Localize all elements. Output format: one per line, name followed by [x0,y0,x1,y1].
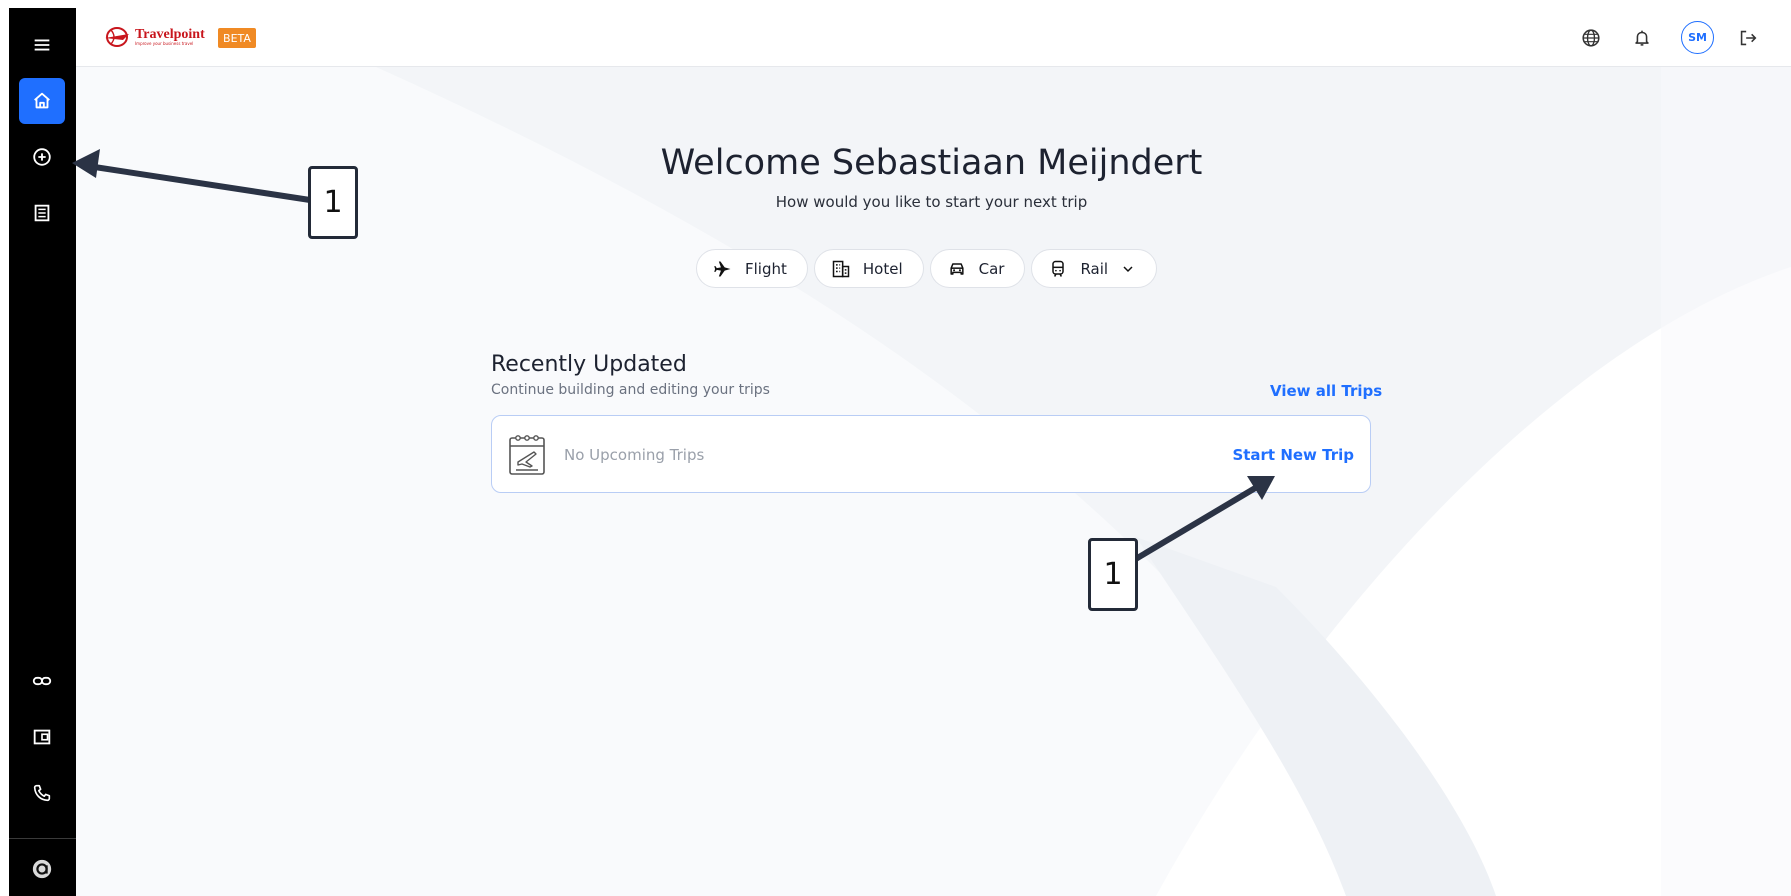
annotation-arrows [72,149,1275,563]
arrow-line-1 [87,163,311,203]
callout-label-2: 1 [1088,538,1138,611]
callout-label-1: 1 [308,166,358,239]
arrow-head-1 [72,149,100,178]
arrow-line-2 [1132,481,1264,563]
